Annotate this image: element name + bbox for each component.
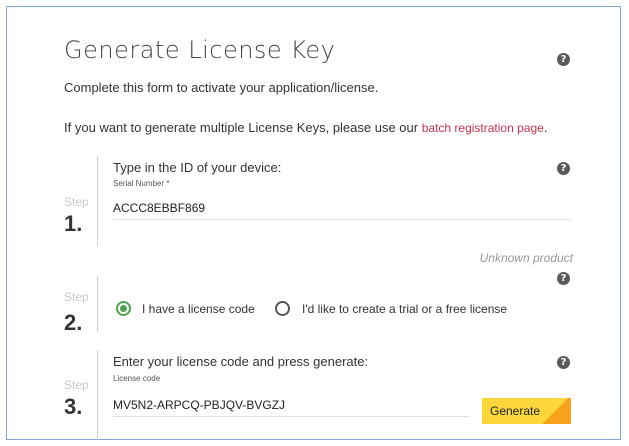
help-icon[interactable]: ? [557,356,570,369]
license-code-input[interactable] [113,394,469,417]
step-2-number: 2. [64,310,83,335]
step-label: Step [64,378,89,392]
page-title: Generate License Key [64,36,336,64]
trial-license-radio[interactable] [275,301,290,316]
batch-text: If you want to generate multiple License… [64,120,547,135]
page-frame [6,6,621,440]
step-divider [97,350,98,440]
step-divider [97,276,98,332]
license-code-label: License code [113,374,161,383]
step-1-number: 1. [64,211,83,236]
step-1-heading: Type in the ID of your device: [113,160,282,175]
generate-button[interactable]: Generate [482,398,571,424]
license-code-option-label[interactable]: I have a license code [142,302,255,316]
step-label: Step [64,290,89,304]
step-label: Step [64,195,89,209]
help-icon[interactable]: ? [557,162,570,175]
serial-number-input[interactable] [113,197,571,220]
help-icon[interactable]: ? [557,53,570,66]
batch-prefix: If you want to generate multiple License… [64,120,422,135]
batch-registration-link[interactable]: batch registration page [422,121,544,135]
product-status: Unknown product [479,251,573,265]
batch-period: . [543,120,548,135]
step-3-number: 3. [64,394,83,419]
license-code-radio[interactable] [116,301,131,316]
step-3-heading: Enter your license code and press genera… [113,354,369,369]
intro-text: Complete this form to activate your appl… [64,80,379,95]
trial-license-option-label[interactable]: I'd like to create a trial or a free lic… [302,302,507,316]
help-icon[interactable]: ? [557,272,570,285]
serial-number-label: Serial Number * [113,179,170,188]
step-divider [97,156,98,246]
